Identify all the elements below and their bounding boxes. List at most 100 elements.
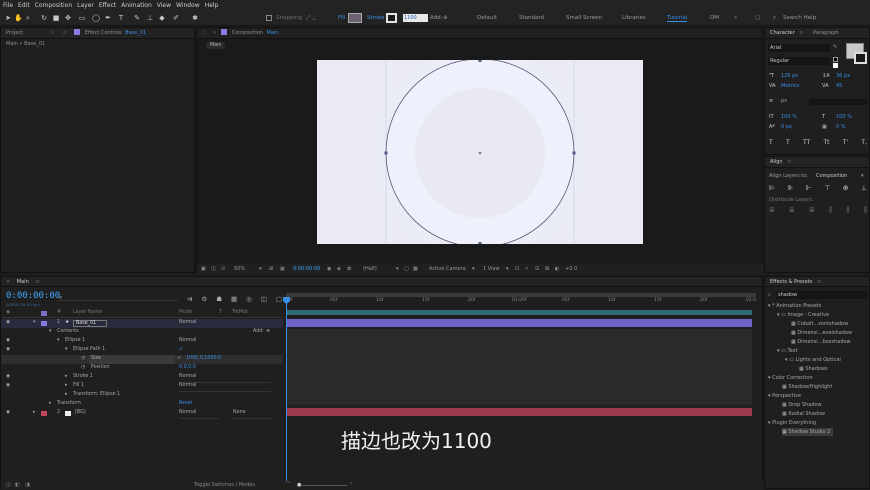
ellipse-tool-icon[interactable]: ◯ [92, 14, 100, 22]
workspace-libraries[interactable]: Libraries [622, 15, 646, 21]
tab-paragraph[interactable]: Paragraph [813, 30, 839, 36]
exposure-icon[interactable]: ◐ [555, 264, 559, 274]
add-content-icon[interactable]: ⊕ [266, 328, 270, 337]
stroke-row[interactable]: ◉ ▸ Stroke 1 Normal [1, 373, 283, 383]
align-left-icon[interactable]: ⊫ [769, 184, 775, 192]
workspace-tutorial[interactable]: Tutorial [667, 15, 688, 22]
all-caps-button[interactable]: TT [803, 139, 810, 146]
tree-category[interactable]: ▾ * Animation Presets [768, 302, 821, 310]
superscript-button[interactable]: T' [843, 139, 848, 146]
tree-preset[interactable]: ▦ Dimensi...evelshadow [791, 329, 852, 337]
position-row[interactable]: ◷ Position 0.0,0.0 [1, 364, 283, 373]
tree-effect-selected[interactable]: ▦ Shadow Studio 2 [782, 428, 834, 436]
visibility-icon[interactable]: ◉ [6, 382, 10, 391]
mode-header[interactable]: Mode [179, 309, 192, 318]
rotate-tool-icon[interactable]: ↻ [40, 14, 48, 22]
distribute-vcenter-icon[interactable]: ≣ [789, 206, 795, 215]
stroke-color-swatch[interactable] [854, 52, 867, 64]
panel-menu-icon[interactable]: ≡ [63, 30, 67, 36]
distribute-right-icon[interactable]: ⫼ [864, 206, 867, 215]
menu-animation[interactable]: Animation [121, 0, 152, 11]
region-icon[interactable]: ◫ [211, 264, 216, 274]
draft-3d-icon[interactable]: ⚙ [201, 295, 207, 303]
add-content-label[interactable]: Add: [253, 328, 264, 337]
panel-close-icon[interactable]: × [212, 30, 216, 36]
comp-tab-name[interactable]: Main [267, 30, 279, 36]
resolution-select[interactable]: (Half) [363, 264, 377, 274]
transform-label[interactable]: Transform [57, 400, 81, 409]
font-size-value[interactable]: 126 px [781, 73, 798, 79]
effects-search-input[interactable]: shadow [776, 291, 868, 299]
expand-chevron-icon[interactable]: ▾ [65, 346, 67, 355]
trkmat-header[interactable]: TrkMat [232, 309, 248, 318]
menu-file[interactable]: File [3, 0, 13, 11]
show-snapshot-icon[interactable]: ◈ [337, 264, 341, 274]
menu-layer[interactable]: Layer [77, 0, 94, 11]
stopwatch-icon[interactable]: ◷ [81, 364, 85, 373]
align-top-icon[interactable]: ⊤ [824, 184, 830, 192]
comp-crumb[interactable]: Main [206, 42, 226, 49]
tab-project[interactable]: Project [6, 30, 23, 36]
expand-chevron-icon[interactable]: ▸ [33, 409, 35, 418]
fill-row[interactable]: ◉ ▸ Fill 1 Normal [1, 382, 283, 392]
path-vertex-left[interactable] [384, 151, 388, 155]
contents-label[interactable]: Contents [57, 328, 79, 337]
tree-preset[interactable]: ▦ Shadows [799, 365, 828, 373]
tsume-value[interactable]: 0 % [836, 124, 846, 130]
visibility-icon[interactable]: ◉ [6, 346, 10, 355]
expand-chevron-icon[interactable]: ▸ [65, 391, 67, 400]
align-to-select[interactable]: Composition [816, 173, 847, 179]
layer-label-color[interactable] [41, 321, 47, 326]
visibility-icon[interactable]: ◉ [6, 319, 10, 328]
camera-chevron-icon[interactable]: ▾ [472, 264, 475, 274]
ellipse-mode[interactable]: Normal [179, 337, 196, 346]
layer-row-1[interactable]: ◉ ▾ 1 ★ Base_01 Normal [1, 319, 283, 328]
font-style-select[interactable]: Regular [768, 57, 830, 65]
distribute-bottom-icon[interactable]: ≣ [809, 206, 815, 215]
fast-preview-icon[interactable]: ⚡ [525, 264, 529, 274]
flowchart-icon[interactable]: ⊠ [545, 264, 549, 274]
faux-italic-button[interactable]: T [786, 139, 790, 146]
layer-label-color[interactable] [41, 411, 47, 416]
layer-name[interactable]: Base_01 [73, 320, 107, 327]
layer-name[interactable]: [BG] [75, 409, 86, 418]
tree-folder[interactable]: ▾ ▭ Lights and Optical [785, 356, 841, 364]
distribute-hcenter-icon[interactable]: ⫼ [846, 206, 849, 215]
fill-label[interactable]: Fill [338, 15, 345, 21]
snapshot-icon[interactable]: ◉ [327, 264, 331, 274]
workspace-dm[interactable]: DM [710, 15, 719, 21]
tree-effect[interactable]: ▦ Radial Shadow [782, 410, 825, 418]
current-time-indicator[interactable] [286, 297, 287, 487]
layer-row-2[interactable]: ◉ ▸ 2 [BG] Normal None [1, 409, 283, 419]
channel-icon[interactable]: ✿ [347, 264, 351, 274]
transparency-grid-icon[interactable]: ▩ [413, 264, 418, 274]
clone-tool-icon[interactable]: ⊥ [146, 14, 154, 22]
path-vertex-top[interactable] [478, 60, 482, 62]
search-help-icon[interactable]: ⌕ [773, 15, 776, 22]
stroke-label[interactable]: Stroke 1 [73, 373, 93, 382]
expand-chevron-icon[interactable]: ▸ [65, 373, 67, 382]
contents-row[interactable]: ▾ Contents Add: ⊕ [1, 328, 283, 337]
menu-edit[interactable]: Edit [18, 0, 30, 11]
menu-window[interactable]: Window [176, 0, 200, 11]
search-help-input[interactable]: Search Help [783, 15, 816, 21]
panel-menu-icon[interactable]: ≡ [817, 279, 821, 285]
add-label[interactable]: Add: [430, 15, 443, 21]
timeline-timecode[interactable]: 0:00:00:00 [6, 291, 60, 301]
path-vertex-right[interactable] [572, 151, 576, 155]
tab-effect-controls[interactable]: Effect Controls [85, 30, 122, 36]
view-chevron-icon[interactable]: ▾ [506, 264, 509, 274]
hand-tool-icon[interactable]: ✋ [14, 14, 23, 22]
position-label[interactable]: Position [91, 364, 110, 373]
puppet-tool-icon[interactable]: ✱ [191, 14, 199, 22]
expand-chevron-icon[interactable]: ▾ [33, 319, 35, 328]
distribute-top-icon[interactable]: ≣ [769, 206, 775, 215]
tree-effect[interactable]: ▦ Drop Shadow [782, 401, 822, 409]
panel-close-icon[interactable]: × [6, 279, 10, 285]
fill-swatch[interactable] [348, 13, 362, 23]
faux-bold-button[interactable]: T [769, 139, 773, 146]
resolution-chevron-icon[interactable]: ▾ [396, 264, 399, 274]
tracking-value[interactable]: 45 [836, 83, 842, 89]
layer-trkmat[interactable]: None [233, 409, 271, 419]
layer-1-duration-bar[interactable] [286, 319, 752, 327]
